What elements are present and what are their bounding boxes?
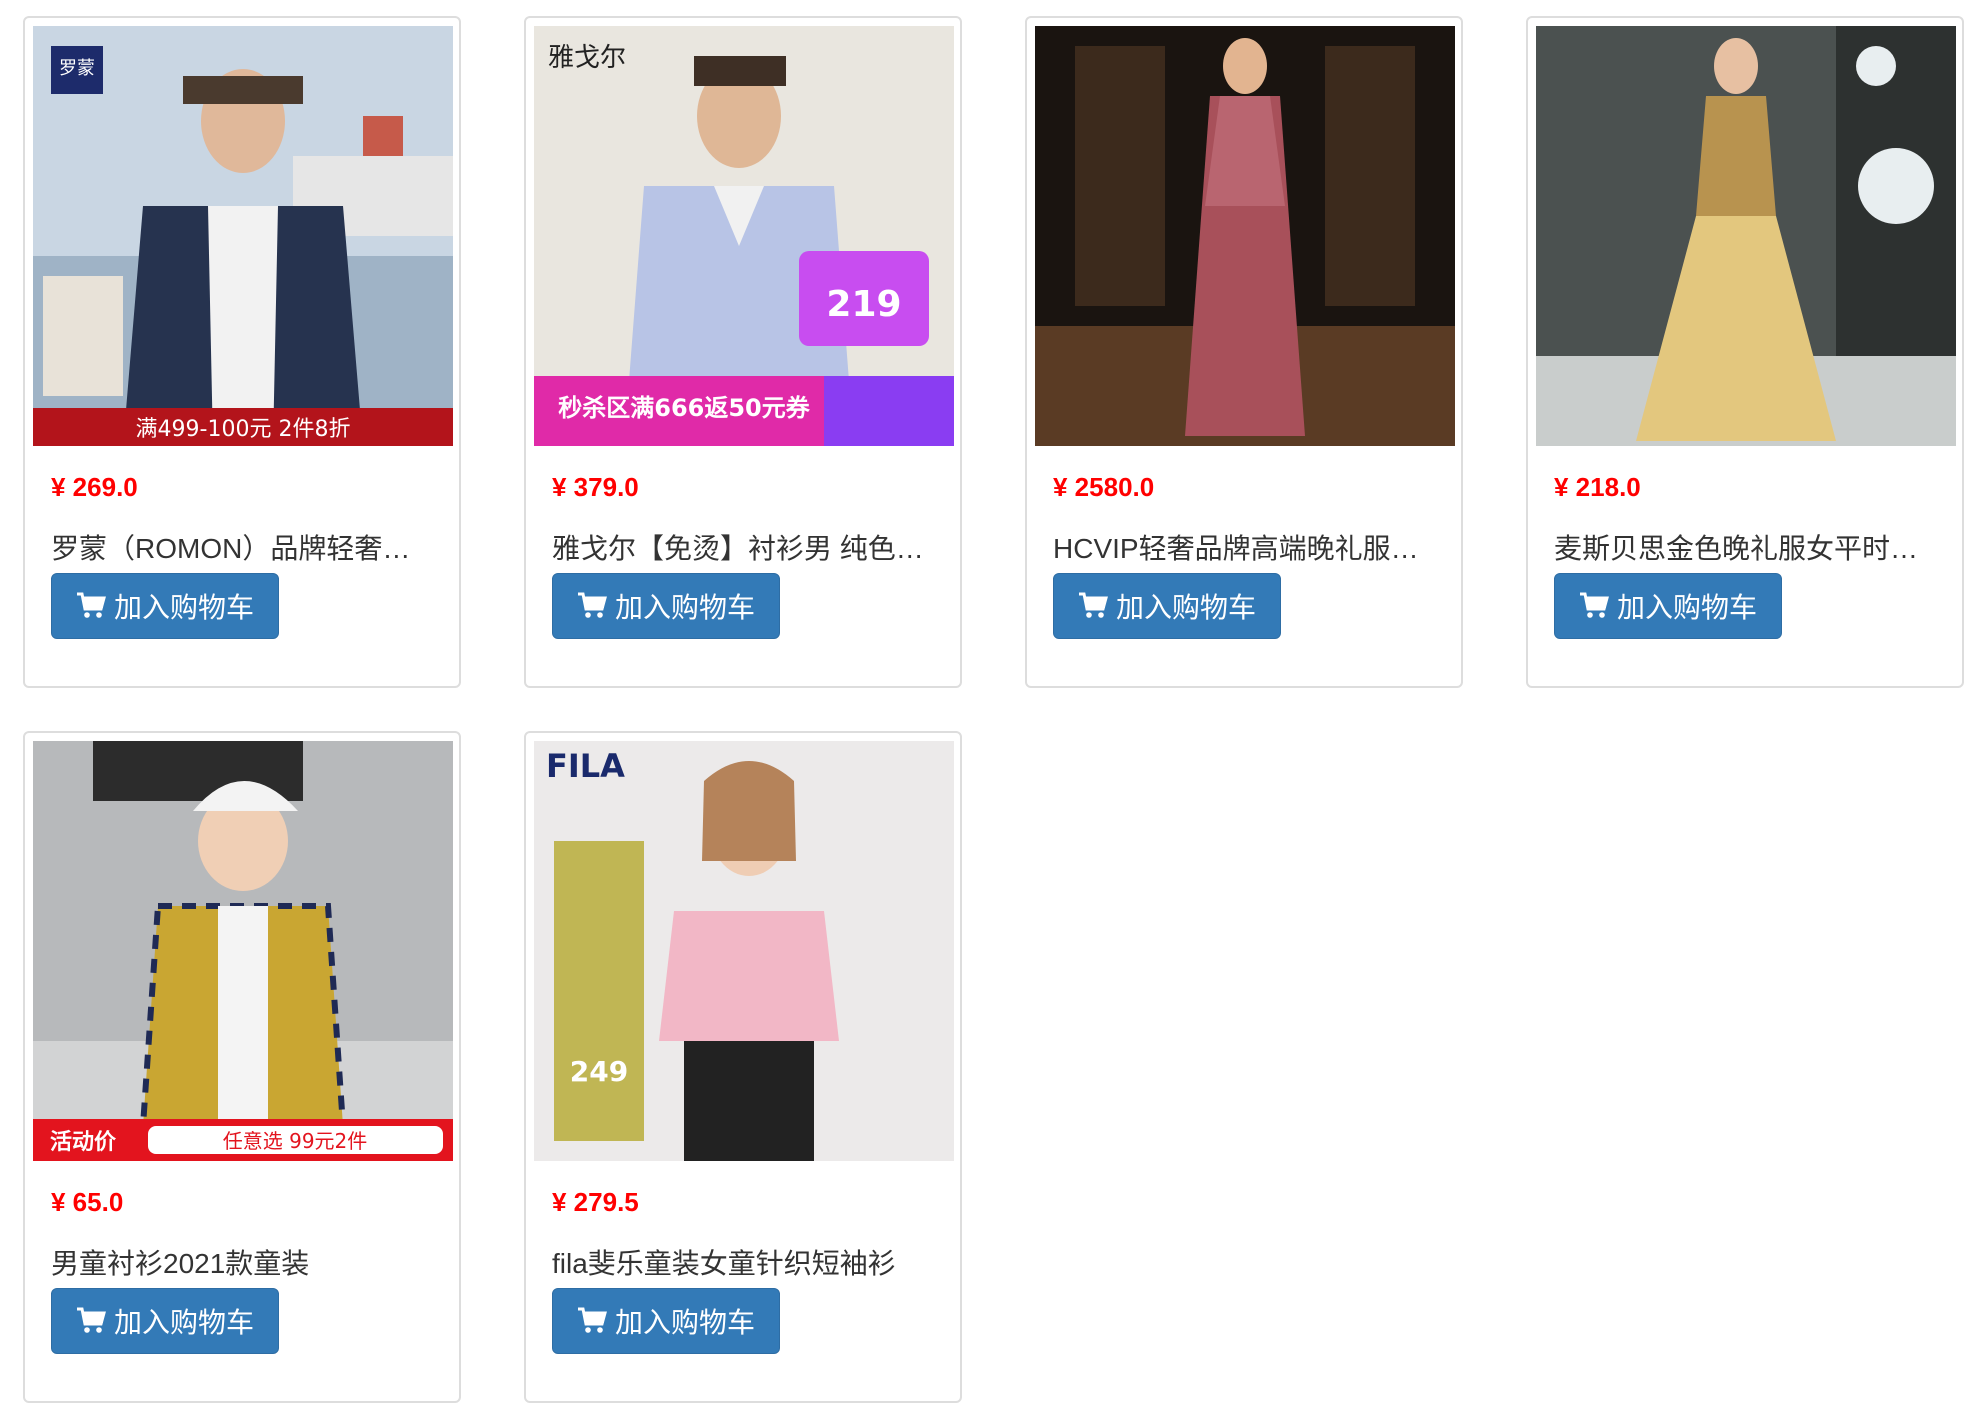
add-to-cart-button[interactable]: 加入购物车	[552, 1288, 780, 1354]
shopping-cart-icon	[1579, 592, 1609, 620]
shopping-cart-icon	[1078, 592, 1108, 620]
add-to-cart-button[interactable]: 加入购物车	[51, 1288, 279, 1354]
promo-banner-text: 活动价	[50, 1130, 117, 1155]
product-price: ¥ 2580.0	[1053, 472, 1155, 502]
brand-logo-text: 罗蒙	[59, 58, 95, 79]
promo-price-text: 249	[570, 1055, 628, 1088]
promo-banner-text: 秒杀区满666返50元券	[558, 394, 810, 422]
brand-logo-text: 雅戈尔	[548, 43, 626, 73]
product-image-art: 雅戈尔 219 秒杀区满666返50元券	[534, 26, 954, 446]
add-to-cart-button[interactable]: 加入购物车	[51, 573, 279, 639]
product-card: 活动价 任意选 99元2件 ¥ 65.0 男童衬衫2021款童装 加入购物车	[23, 731, 461, 1403]
product-price: ¥ 279.5	[552, 1187, 639, 1217]
add-to-cart-button[interactable]: 加入购物车	[552, 573, 780, 639]
product-image-art: 罗蒙 满499-100元 2件8折	[33, 26, 453, 446]
product-price: ¥ 269.0	[51, 472, 138, 502]
promo-banner-text: 满499-100元 2件8折	[136, 417, 351, 442]
product-image-art: FILA 249	[534, 741, 954, 1161]
product-image-art	[1536, 26, 1956, 446]
shopping-cart-icon	[577, 592, 607, 620]
product-title[interactable]: 男童衬衫2021款童装	[51, 1242, 441, 1282]
svg-text:219: 219	[826, 284, 901, 325]
shopping-cart-icon	[76, 1307, 106, 1335]
promo-banner-subtext: 任意选 99元2件	[223, 1129, 368, 1153]
product-image-art: 活动价 任意选 99元2件	[33, 741, 453, 1161]
product-image[interactable]: 活动价 任意选 99元2件	[33, 741, 453, 1161]
product-card: ¥ 2580.0 HCVIP轻奢品牌高端晚礼服… 加入购物车	[1025, 16, 1463, 688]
brand-logo-text: FILA	[546, 747, 625, 785]
add-to-cart-label: 加入购物车	[1616, 592, 1757, 623]
add-to-cart-button[interactable]: 加入购物车	[1554, 573, 1782, 639]
product-price: ¥ 218.0	[1554, 472, 1641, 502]
product-image[interactable]	[1536, 26, 1956, 446]
product-grid: 罗蒙 满499-100元 2件8折 ¥ 269.0 罗蒙（ROMON）品牌轻奢……	[0, 0, 1986, 1428]
product-card: ¥ 218.0 麦斯贝思金色晚礼服女平时… 加入购物车	[1526, 16, 1964, 688]
add-to-cart-button[interactable]: 加入购物车	[1053, 573, 1281, 639]
add-to-cart-label: 加入购物车	[614, 1307, 755, 1338]
product-image[interactable]: FILA 249	[534, 741, 954, 1161]
product-image[interactable]: 罗蒙 满499-100元 2件8折	[33, 26, 453, 446]
shopping-cart-icon	[76, 592, 106, 620]
add-to-cart-label: 加入购物车	[113, 1307, 254, 1338]
product-card: 雅戈尔 219 秒杀区满666返50元券 ¥ 379.0 雅戈尔【免烫】衬衫男 …	[524, 16, 962, 688]
shopping-cart-icon	[577, 1307, 607, 1335]
product-card: 罗蒙 满499-100元 2件8折 ¥ 269.0 罗蒙（ROMON）品牌轻奢……	[23, 16, 461, 688]
add-to-cart-label: 加入购物车	[1115, 592, 1256, 623]
add-to-cart-label: 加入购物车	[614, 592, 755, 623]
product-image-art	[1035, 26, 1455, 446]
product-title[interactable]: fila斐乐童装女童针织短袖衫	[552, 1242, 942, 1282]
product-image[interactable]: 雅戈尔 219 秒杀区满666返50元券	[534, 26, 954, 446]
product-image[interactable]	[1035, 26, 1455, 446]
product-price: ¥ 379.0	[552, 472, 639, 502]
product-card: FILA 249 ¥ 279.5 fila斐乐童装女童针织短袖衫 加入购物车	[524, 731, 962, 1403]
product-price: ¥ 65.0	[51, 1187, 124, 1217]
product-title[interactable]: HCVIP轻奢品牌高端晚礼服…	[1053, 527, 1443, 567]
product-title[interactable]: 雅戈尔【免烫】衬衫男 纯色…	[552, 527, 942, 567]
add-to-cart-label: 加入购物车	[113, 592, 254, 623]
product-title[interactable]: 麦斯贝思金色晚礼服女平时…	[1554, 527, 1944, 567]
product-title[interactable]: 罗蒙（ROMON）品牌轻奢…	[51, 527, 441, 567]
